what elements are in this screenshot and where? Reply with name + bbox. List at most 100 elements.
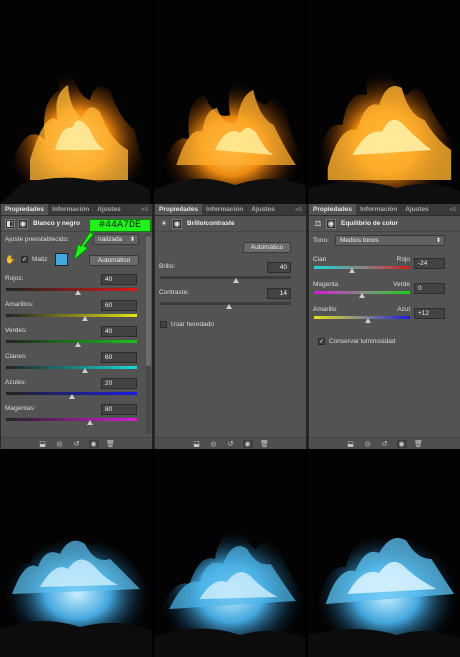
delete-icon[interactable]: 🗑 bbox=[414, 440, 424, 448]
tab-info[interactable]: Información bbox=[356, 204, 401, 215]
visibility-icon[interactable]: ◉ bbox=[396, 439, 407, 448]
panel-menu-icon[interactable]: »≡ bbox=[137, 205, 152, 215]
clip-to-layer-icon[interactable]: ⬓ bbox=[192, 440, 202, 448]
panel-title: Brillo/contraste bbox=[187, 220, 235, 227]
bw-slider-value[interactable]: 40 bbox=[101, 274, 137, 285]
clip-to-layer-icon[interactable]: ⬓ bbox=[38, 440, 48, 448]
bw-slider-track[interactable] bbox=[6, 288, 137, 291]
blue-flame-image-2 bbox=[154, 449, 306, 657]
cb-slider-right-label: Verde bbox=[393, 281, 410, 288]
bw-slider-track[interactable] bbox=[6, 366, 137, 369]
tab-properties[interactable]: Propiedades bbox=[155, 204, 203, 215]
bw-slider-thumb[interactable] bbox=[75, 342, 82, 347]
cb-slider-track[interactable] bbox=[314, 266, 410, 269]
panel-title: Equilibrio de color bbox=[341, 220, 399, 227]
preset-dropdown[interactable]: nalizada ⬍ bbox=[93, 234, 139, 245]
cb-slider-thumb[interactable] bbox=[349, 268, 356, 273]
orange-flame-image-1 bbox=[0, 0, 152, 204]
bw-slider-label: Cianes: bbox=[5, 353, 28, 360]
panel-menu-icon[interactable]: »≡ bbox=[445, 205, 460, 215]
cb-slider-value[interactable]: 0 bbox=[414, 283, 445, 294]
tint-checkbox[interactable]: ✓ bbox=[21, 256, 28, 263]
cb-slider-thumb[interactable] bbox=[364, 318, 371, 323]
mask-icon: ◉ bbox=[172, 218, 182, 229]
view-previous-icon[interactable]: ◎ bbox=[209, 440, 219, 448]
tint-color-swatch[interactable] bbox=[55, 253, 68, 266]
panel-menu-icon[interactable]: »≡ bbox=[291, 205, 306, 215]
brightness-track[interactable] bbox=[160, 276, 291, 279]
cb-slider-track[interactable] bbox=[314, 316, 410, 319]
tab-adjustments[interactable]: Ajustes bbox=[401, 204, 432, 215]
brightness-thumb[interactable] bbox=[232, 278, 239, 283]
bw-slider-label: Verdes: bbox=[5, 327, 28, 334]
panel-footer: ⬓ ◎ ↺ ◉ 🗑 bbox=[1, 437, 152, 449]
delete-icon[interactable]: 🗑 bbox=[106, 440, 116, 448]
auto-button[interactable]: Automático bbox=[243, 242, 291, 253]
tone-dropdown[interactable]: Medios tonos ⬍ bbox=[335, 235, 445, 246]
panel-footer: ⬓ ◎ ↺ ◉ 🗑 bbox=[155, 437, 306, 449]
clip-to-layer-icon[interactable]: ⬓ bbox=[346, 440, 356, 448]
sun-brightness-icon: ☀ bbox=[160, 219, 168, 228]
bw-slider-label: Azules: bbox=[5, 379, 27, 386]
panel-tabs: Propiedades Información Ajustes »≡ bbox=[1, 204, 152, 216]
hex-color-callout: #44A7DE bbox=[89, 219, 151, 232]
adjustment-panels-row: Propiedades Información Ajustes »≡ ◧ ◉ B… bbox=[0, 204, 460, 449]
scrollbar-thumb[interactable] bbox=[146, 236, 151, 366]
cb-slider-right-label: Rojo bbox=[396, 256, 410, 263]
cb-slider-value[interactable]: +12 bbox=[414, 308, 445, 319]
cb-slider-value[interactable]: -24 bbox=[414, 258, 445, 269]
reset-icon[interactable]: ↺ bbox=[380, 440, 390, 448]
tone-label: Tono: bbox=[313, 237, 329, 244]
panel-footer: ⬓ ◎ ↺ ◉ 🗑 bbox=[309, 437, 460, 449]
blue-flame-image-1 bbox=[0, 449, 152, 657]
orange-flame-image-2 bbox=[154, 0, 306, 204]
black-white-adjust-icon: ◧ bbox=[5, 218, 15, 229]
tint-label: Matiz bbox=[32, 256, 48, 263]
bw-slider-thumb[interactable] bbox=[75, 290, 82, 295]
preserve-luminosity-checkbox[interactable]: ✓ bbox=[318, 338, 325, 345]
visibility-icon[interactable]: ◉ bbox=[242, 439, 253, 448]
visibility-icon[interactable]: ◉ bbox=[88, 439, 99, 448]
delete-icon[interactable]: 🗑 bbox=[260, 440, 270, 448]
bw-slider-value[interactable]: 20 bbox=[101, 378, 137, 389]
bw-slider-track[interactable] bbox=[6, 314, 137, 317]
tab-info[interactable]: Información bbox=[202, 204, 247, 215]
tab-adjustments[interactable]: Ajustes bbox=[93, 204, 124, 215]
bw-slider-label: Amarillos: bbox=[5, 301, 34, 308]
view-previous-icon[interactable]: ◎ bbox=[55, 440, 65, 448]
contrast-thumb[interactable] bbox=[226, 304, 233, 309]
orange-flame-image-3 bbox=[308, 0, 460, 204]
bw-slider-thumb[interactable] bbox=[68, 394, 75, 399]
cb-slider-thumb[interactable] bbox=[359, 293, 365, 298]
bw-slider-value[interactable]: 40 bbox=[101, 326, 137, 337]
contrast-input[interactable]: 14 bbox=[267, 288, 291, 299]
tab-info[interactable]: Información bbox=[48, 204, 93, 215]
bw-slider-track[interactable] bbox=[6, 418, 137, 421]
view-previous-icon[interactable]: ◎ bbox=[363, 440, 373, 448]
balance-scale-icon: ⚖ bbox=[314, 219, 322, 228]
bw-slider-track[interactable] bbox=[6, 340, 137, 343]
bw-slider-value[interactable]: 60 bbox=[101, 300, 137, 311]
reset-icon[interactable]: ↺ bbox=[72, 440, 82, 448]
mask-icon: ◉ bbox=[18, 218, 28, 229]
chevron-down-icon: ⬍ bbox=[129, 237, 135, 243]
panel-title: Blanco y negro bbox=[33, 220, 80, 227]
tab-properties[interactable]: Propiedades bbox=[1, 204, 49, 215]
legacy-checkbox[interactable] bbox=[160, 321, 167, 328]
brightness-label: Brillo: bbox=[159, 263, 176, 270]
tab-properties[interactable]: Propiedades bbox=[309, 204, 357, 215]
bw-slider-thumb[interactable] bbox=[86, 420, 93, 425]
bw-slider-thumb[interactable] bbox=[81, 316, 88, 321]
scrollbar[interactable] bbox=[146, 234, 151, 434]
top-image-row bbox=[0, 0, 460, 204]
panel-header: ⚖ ◉ Equilibrio de color bbox=[309, 216, 460, 232]
cb-slider-right-label: Azul bbox=[397, 306, 410, 313]
brightness-input[interactable]: 40 bbox=[267, 262, 291, 273]
bw-slider-thumb[interactable] bbox=[81, 368, 88, 373]
hand-targeted-adjust-icon[interactable]: ✋ bbox=[5, 254, 15, 264]
panel-color-balance: Propiedades Información Ajustes »≡ ⚖ ◉ E… bbox=[308, 204, 460, 449]
bw-slider-value[interactable]: 80 bbox=[101, 404, 137, 415]
bw-slider-value[interactable]: 60 bbox=[101, 352, 137, 363]
reset-icon[interactable]: ↺ bbox=[226, 440, 236, 448]
tab-adjustments[interactable]: Ajustes bbox=[247, 204, 278, 215]
